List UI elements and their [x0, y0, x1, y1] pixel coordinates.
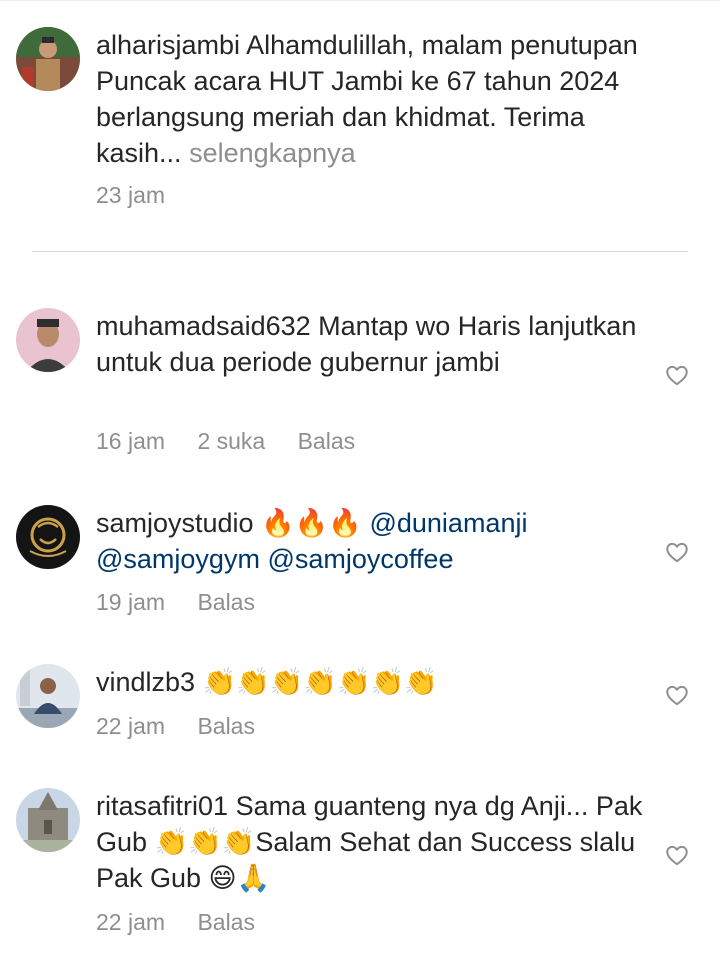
comment-meta: 22 jam Balas	[96, 908, 281, 936]
timestamp: 22 jam	[96, 909, 166, 935]
caption-meta: 23 jam	[96, 181, 191, 209]
heart-outline-icon[interactable]	[664, 539, 690, 565]
comment-text: samjoystudio 🔥🔥🔥 @duniamanji @samjoygym …	[96, 505, 656, 577]
timestamp: 16 jam	[96, 428, 166, 454]
like-count[interactable]: 2 suka	[197, 428, 265, 454]
username[interactable]: samjoystudio	[96, 508, 254, 538]
avatar[interactable]	[16, 505, 80, 569]
divider	[32, 251, 688, 252]
timestamp: 19 jam	[96, 589, 166, 615]
comment-text: ritasafitri01 Sama guanteng nya dg Anji.…	[96, 788, 656, 896]
timestamp: 22 jam	[96, 713, 166, 739]
comment-text: vindlzb3 👏👏👏👏👏👏👏	[96, 664, 656, 700]
top-border	[0, 0, 720, 1]
avatar[interactable]	[16, 788, 80, 852]
mention-link[interactable]: @duniamanji	[369, 508, 527, 538]
avatar[interactable]	[16, 664, 80, 728]
comment-content: 🔥🔥🔥	[261, 508, 362, 538]
reply-button[interactable]: Balas	[197, 909, 255, 935]
comment-content: 👏👏👏👏👏👏👏	[202, 667, 438, 697]
avatar[interactable]	[16, 308, 80, 372]
avatar[interactable]	[16, 27, 80, 91]
mention-link[interactable]: @samjoygym	[96, 544, 260, 574]
username[interactable]: ritasafitri01	[96, 791, 228, 821]
timestamp: 23 jam	[96, 182, 166, 208]
username[interactable]: alharisjambi	[96, 30, 240, 60]
reply-button[interactable]: Balas	[197, 713, 255, 739]
caption-text: alharisjambi Alhamdulillah, malam penutu…	[96, 27, 656, 171]
heart-outline-icon[interactable]	[664, 682, 690, 708]
reply-button[interactable]: Balas	[197, 589, 255, 615]
username[interactable]: muhamadsaid632	[96, 311, 311, 341]
heart-outline-icon[interactable]	[664, 842, 690, 868]
comment-text: muhamadsaid632 Mantap wo Haris lanjutkan…	[96, 308, 656, 380]
mention-link[interactable]: @samjoycoffee	[267, 544, 453, 574]
see-more-link[interactable]: selengkapnya	[189, 138, 356, 168]
heart-outline-icon[interactable]	[664, 362, 690, 388]
comment-meta: 16 jam 2 suka Balas	[96, 427, 381, 455]
reply-button[interactable]: Balas	[298, 428, 356, 454]
username[interactable]: vindlzb3	[96, 667, 195, 697]
comment-meta: 19 jam Balas	[96, 588, 281, 616]
comment-meta: 22 jam Balas	[96, 712, 281, 740]
